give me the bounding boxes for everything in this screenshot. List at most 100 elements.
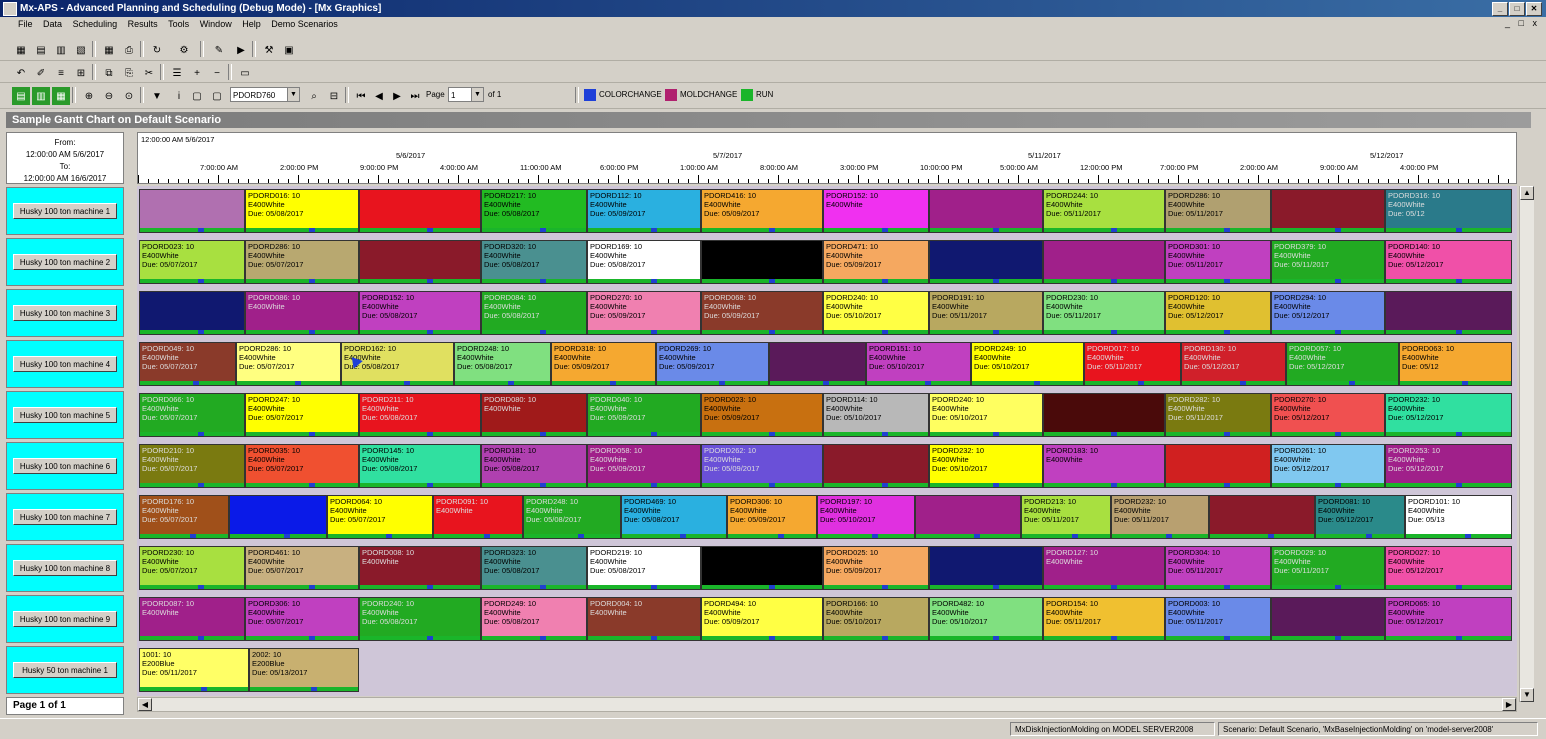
gantt-task-block[interactable]: PDORD040: 10 E400White Due: 05/09/2017 xyxy=(587,393,701,437)
gantt-task-block[interactable]: PDORD304: 10 E400White Due: 05/11/2017 xyxy=(1165,546,1271,590)
minimize-button[interactable]: _ xyxy=(1492,2,1508,16)
gantt-task-block[interactable]: PDORD270: 10 E400White Due: 05/09/2017 xyxy=(587,291,701,335)
gantt-task-block[interactable]: PDORD262: 10 E400White Due: 05/09/2017 xyxy=(701,444,823,488)
gantt-task-block[interactable]: PDORD023: 10 E400White Due: 05/07/2017 xyxy=(139,240,245,284)
gantt-task-block[interactable]: PDORD086: 10 E400White xyxy=(245,291,359,335)
gantt-task-block[interactable]: PDORD240: 10 E400White Due: 05/10/2017 xyxy=(823,291,929,335)
menu-demo-scenarios[interactable]: Demo Scenarios xyxy=(267,17,342,31)
tool-icon[interactable]: ⚒ xyxy=(260,41,278,59)
resource-row-button[interactable]: Husky 100 ton machine 1 xyxy=(6,187,124,235)
gantt-task-block[interactable]: PDORD471: 10 E400White Due: 05/09/2017 xyxy=(823,240,929,284)
resource-row-button[interactable]: Husky 100 ton machine 4 xyxy=(6,340,124,388)
gantt-task-block[interactable]: PDORD232: 10 E400White Due: 05/10/2017 xyxy=(929,444,1043,488)
gantt-task-block[interactable]: PDORD183: 10 E400White xyxy=(1043,444,1165,488)
gantt-task-block[interactable] xyxy=(929,189,1043,233)
gantt-task-block[interactable] xyxy=(701,546,823,590)
gantt-task-block[interactable]: PDORD261: 10 E400White Due: 05/12/2017 xyxy=(1271,444,1385,488)
gantt-task-block[interactable]: PDORD154: 10 E400White Due: 05/11/2017 xyxy=(1043,597,1165,641)
schedule-icon[interactable]: ✎ xyxy=(210,41,228,59)
gantt-task-block[interactable] xyxy=(139,189,245,233)
paste-icon[interactable]: ⎘ xyxy=(120,64,138,82)
gantt-task-block[interactable]: PDORD323: 10 E400White Due: 05/08/2017 xyxy=(481,546,587,590)
gantt-task-block[interactable]: PDORD248: 10 E400White Due: 05/08/2017 xyxy=(454,342,551,386)
window-icon[interactable]: ▭ xyxy=(236,64,254,82)
first-page-icon[interactable]: ⏮ xyxy=(352,87,370,105)
gantt-task-block[interactable]: PDORD217: 10 E400White Due: 05/08/2017 xyxy=(481,189,587,233)
gantt-task-block[interactable]: PDORD027: 10 E400White Due: 05/12/2017 xyxy=(1385,546,1512,590)
gantt-task-block[interactable]: PDORD232: 10 E400White Due: 05/11/2017 xyxy=(1111,495,1209,539)
save-icon[interactable]: ▤ xyxy=(32,41,50,59)
gantt-task-block[interactable]: PDORD120: 10 E400White Due: 05/12/2017 xyxy=(1165,291,1271,335)
gantt-task-block[interactable]: PDORD130: 10 E400White Due: 05/12/2017 xyxy=(1181,342,1286,386)
gantt-task-block[interactable]: PDORD253: 10 E400White Due: 05/12/2017 xyxy=(1385,444,1512,488)
gantt-task-block[interactable]: PDORD004: 10 E400White xyxy=(587,597,701,641)
zoom-out-icon[interactable]: ⊖ xyxy=(100,87,118,105)
scroll-down-icon[interactable]: ▼ xyxy=(1520,688,1534,702)
horizontal-scrollbar[interactable]: ◀ ▶ xyxy=(137,697,1517,712)
page-combo[interactable]: 1 ▼ xyxy=(448,87,484,102)
gantt-task-block[interactable]: PDORD114: 10 E400White Due: 05/10/2017 xyxy=(823,393,929,437)
settings-icon[interactable]: ⚙ xyxy=(175,41,193,59)
gantt-task-block[interactable]: PDORD210: 10 E400White Due: 05/07/2017 xyxy=(139,444,245,488)
gantt-task-block[interactable]: PDORD482: 10 E400White Due: 05/10/2017 xyxy=(929,597,1043,641)
mdi-controls[interactable]: _ □ x xyxy=(1505,18,1540,28)
gantt-task-block[interactable]: PDORD152: 10 E400White Due: 05/08/2017 xyxy=(359,291,481,335)
gantt-task-block[interactable] xyxy=(359,240,481,284)
gantt-task-block[interactable] xyxy=(1209,495,1315,539)
clipboard-icon[interactable]: ▣ xyxy=(280,41,298,59)
gantt-task-block[interactable] xyxy=(1385,291,1512,335)
gantt-task-block[interactable]: PDORD269: 10 E400White Due: 05/09/2017 xyxy=(656,342,769,386)
order-combo[interactable]: PDORD760 ▼ xyxy=(230,87,300,102)
zoom-fit-icon[interactable]: ⊙ xyxy=(120,87,138,105)
gantt-task-block[interactable]: PDORD219: 10 E400White Due: 05/08/2017 xyxy=(587,546,701,590)
menu-results[interactable]: Results xyxy=(124,17,162,31)
menu-file[interactable]: File xyxy=(14,17,37,31)
gantt-task-block[interactable]: PDORD140: 10 E400White Due: 05/12/2017 xyxy=(1385,240,1512,284)
chevron-down-icon[interactable]: ▼ xyxy=(471,88,483,101)
menu-tools[interactable]: Tools xyxy=(164,17,193,31)
gantt-task-block[interactable] xyxy=(1271,597,1385,641)
filter-icon[interactable]: ▼ xyxy=(148,87,166,105)
resource-row-button[interactable]: Husky 100 ton machine 6 xyxy=(6,442,124,490)
run-icon[interactable]: ▶ xyxy=(232,41,250,59)
gantt-task-block[interactable]: PDORD286: 10 E400White Due: 05/11/2017 xyxy=(1165,189,1271,233)
layer-icon[interactable]: ⊞ xyxy=(72,64,90,82)
last-page-icon[interactable]: ⏭ xyxy=(406,87,424,105)
gantt-task-block[interactable]: PDORD080: 10 E400White xyxy=(481,393,587,437)
gantt-task-block[interactable]: PDORD176: 10 E400White Due: 05/07/2017 xyxy=(139,495,229,539)
gantt-task-block[interactable] xyxy=(139,291,245,335)
gantt-task-block[interactable]: PDORD197: 10 E400White Due: 05/10/2017 xyxy=(817,495,915,539)
gantt-task-block[interactable]: PDORD461: 10 E400White Due: 05/07/2017 xyxy=(245,546,359,590)
gantt-task-block[interactable]: PDORD169: 10 E400White Due: 05/08/2017 xyxy=(587,240,701,284)
table-icon[interactable]: ▦ xyxy=(100,41,118,59)
gantt-task-block[interactable]: PDORD286: 10 E400White Due: 05/07/2017 xyxy=(236,342,341,386)
gantt-task-block[interactable]: PDORD301: 10 E400White Due: 05/11/2017 xyxy=(1165,240,1271,284)
menu-data[interactable]: Data xyxy=(39,17,66,31)
list-icon[interactable]: ☰ xyxy=(168,64,186,82)
gantt-task-block[interactable]: PDORD029: 10 E400White Due: 05/11/2017 xyxy=(1271,546,1385,590)
gantt-task-block[interactable]: PDORD017: 10 E400White Due: 05/11/2017 xyxy=(1084,342,1181,386)
gantt-task-block[interactable]: PDORD035: 10 E400White Due: 05/07/2017 xyxy=(245,444,359,488)
refresh-icon[interactable]: ↻ xyxy=(148,41,166,59)
gantt-task-block[interactable]: PDORD003: 10 E400White Due: 05/11/2017 xyxy=(1165,597,1271,641)
gantt-task-block[interactable]: PDORD230: 10 E400White Due: 05/07/2017 xyxy=(139,546,245,590)
gantt-task-block[interactable]: PDORD127: 10 E400White xyxy=(1043,546,1165,590)
resource-row-button[interactable]: Husky 100 ton machine 5 xyxy=(6,391,124,439)
resource-row-button[interactable]: Husky 100 ton machine 7 xyxy=(6,493,124,541)
gantt-task-block[interactable]: PDORD316: 10 E400White Due: 05/12 xyxy=(1385,189,1512,233)
gantt-task-block[interactable]: PDORD057: 10 E400White Due: 05/12/2017 xyxy=(1286,342,1399,386)
gantt-task-block[interactable]: PDORD320: 10 E400White Due: 05/08/2017 xyxy=(481,240,587,284)
gantt-task-block[interactable]: PDORD249: 10 E400White Due: 05/10/2017 xyxy=(971,342,1084,386)
gantt-task-block[interactable]: PDORD211: 10 E400White Due: 05/08/2017 xyxy=(359,393,481,437)
gantt-task-block[interactable] xyxy=(229,495,327,539)
gantt-task-block[interactable]: PDORD068: 10 E400White Due: 05/09/2017 xyxy=(701,291,823,335)
info-icon[interactable]: i xyxy=(170,87,188,105)
gantt-task-block[interactable]: PDORD469: 10 E400White Due: 05/08/2017 xyxy=(621,495,727,539)
gantt-task-block[interactable]: PDORD232: 10 E400White Due: 05/12/2017 xyxy=(1385,393,1512,437)
gantt-task-block[interactable]: PDORD016: 10 E400White Due: 05/08/2017 xyxy=(245,189,359,233)
gantt-task-block[interactable]: PDORD112: 10 E400White Due: 05/09/2017 xyxy=(587,189,701,233)
maximize-button[interactable]: □ xyxy=(1509,2,1525,16)
frame2-icon[interactable]: ▢ xyxy=(208,87,226,105)
gantt-task-block[interactable]: PDORD145: 10 E400White Due: 05/08/2017 xyxy=(359,444,481,488)
gantt-task-block[interactable]: PDORD087: 10 E400White xyxy=(139,597,245,641)
